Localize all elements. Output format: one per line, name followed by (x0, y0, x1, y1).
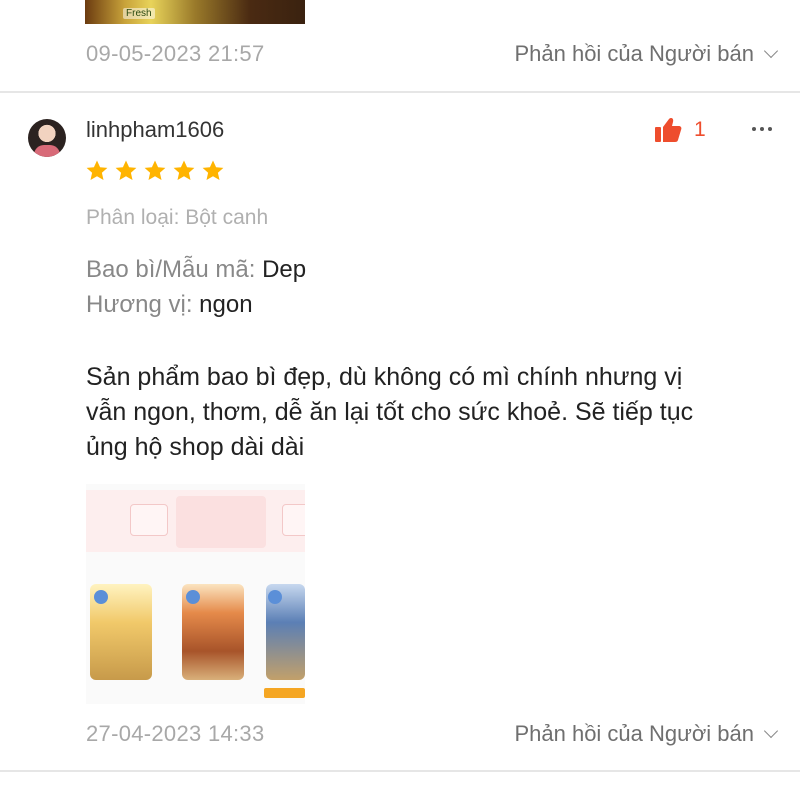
star-icon (86, 160, 108, 180)
avatar[interactable] (28, 119, 66, 157)
star-icon (202, 160, 224, 180)
attribute-value: Dep (262, 256, 307, 283)
attribute-flavor: Hương vị: ngon (86, 291, 253, 319)
star-rating (85, 159, 225, 183)
review-body: Sản phẩm bao bì đẹp, dù không có mì chín… (86, 360, 786, 465)
star-icon (173, 160, 195, 180)
seller-reply-label: Phản hồi của Người bán (514, 41, 754, 66)
review-divider (0, 770, 800, 772)
previous-review-image-tag: Fresh (123, 8, 155, 19)
like-count: 1 (694, 118, 706, 141)
attribute-label: Hương vị: (86, 291, 193, 318)
previous-review-timestamp: 09-05-2023 21:57 (86, 41, 265, 66)
previous-seller-reply-toggle[interactable]: Phản hồi của Người bán (514, 41, 779, 67)
review-body-line: ủng hộ shop dài dài (86, 433, 305, 461)
star-icon (144, 160, 166, 180)
reviewer-username[interactable]: linhpham1606 (86, 117, 224, 143)
review-body-line: Sản phẩm bao bì đẹp, dù không có mì chín… (86, 363, 683, 391)
image-banner (86, 490, 305, 552)
seller-reply-label: Phản hồi của Người bán (514, 721, 754, 746)
attribute-packaging: Bao bì/Mẫu mã: Dep (86, 256, 306, 284)
seller-reply-toggle[interactable]: Phản hồi của Người bán (514, 721, 779, 747)
more-horizontal-icon (752, 127, 772, 131)
previous-review-image[interactable]: Fresh (85, 0, 305, 24)
review-image[interactable] (86, 484, 305, 704)
thumbs-up-icon (655, 118, 682, 142)
more-options-button[interactable] (750, 117, 774, 147)
like-button[interactable]: 1 (654, 117, 706, 143)
chevron-down-icon (763, 43, 779, 59)
review-body-line: vẫn ngon, thơm, dễ ăn lại tốt cho sức kh… (86, 398, 694, 426)
attribute-label: Bao bì/Mẫu mã: (86, 256, 256, 283)
chevron-down-icon (763, 723, 779, 739)
star-icon (115, 160, 137, 180)
attribute-value: ngon (199, 291, 253, 318)
review-divider (0, 91, 800, 93)
review-timestamp: 27-04-2023 14:33 (86, 721, 265, 746)
product-variation: Phân loại: Bột canh (86, 206, 269, 229)
